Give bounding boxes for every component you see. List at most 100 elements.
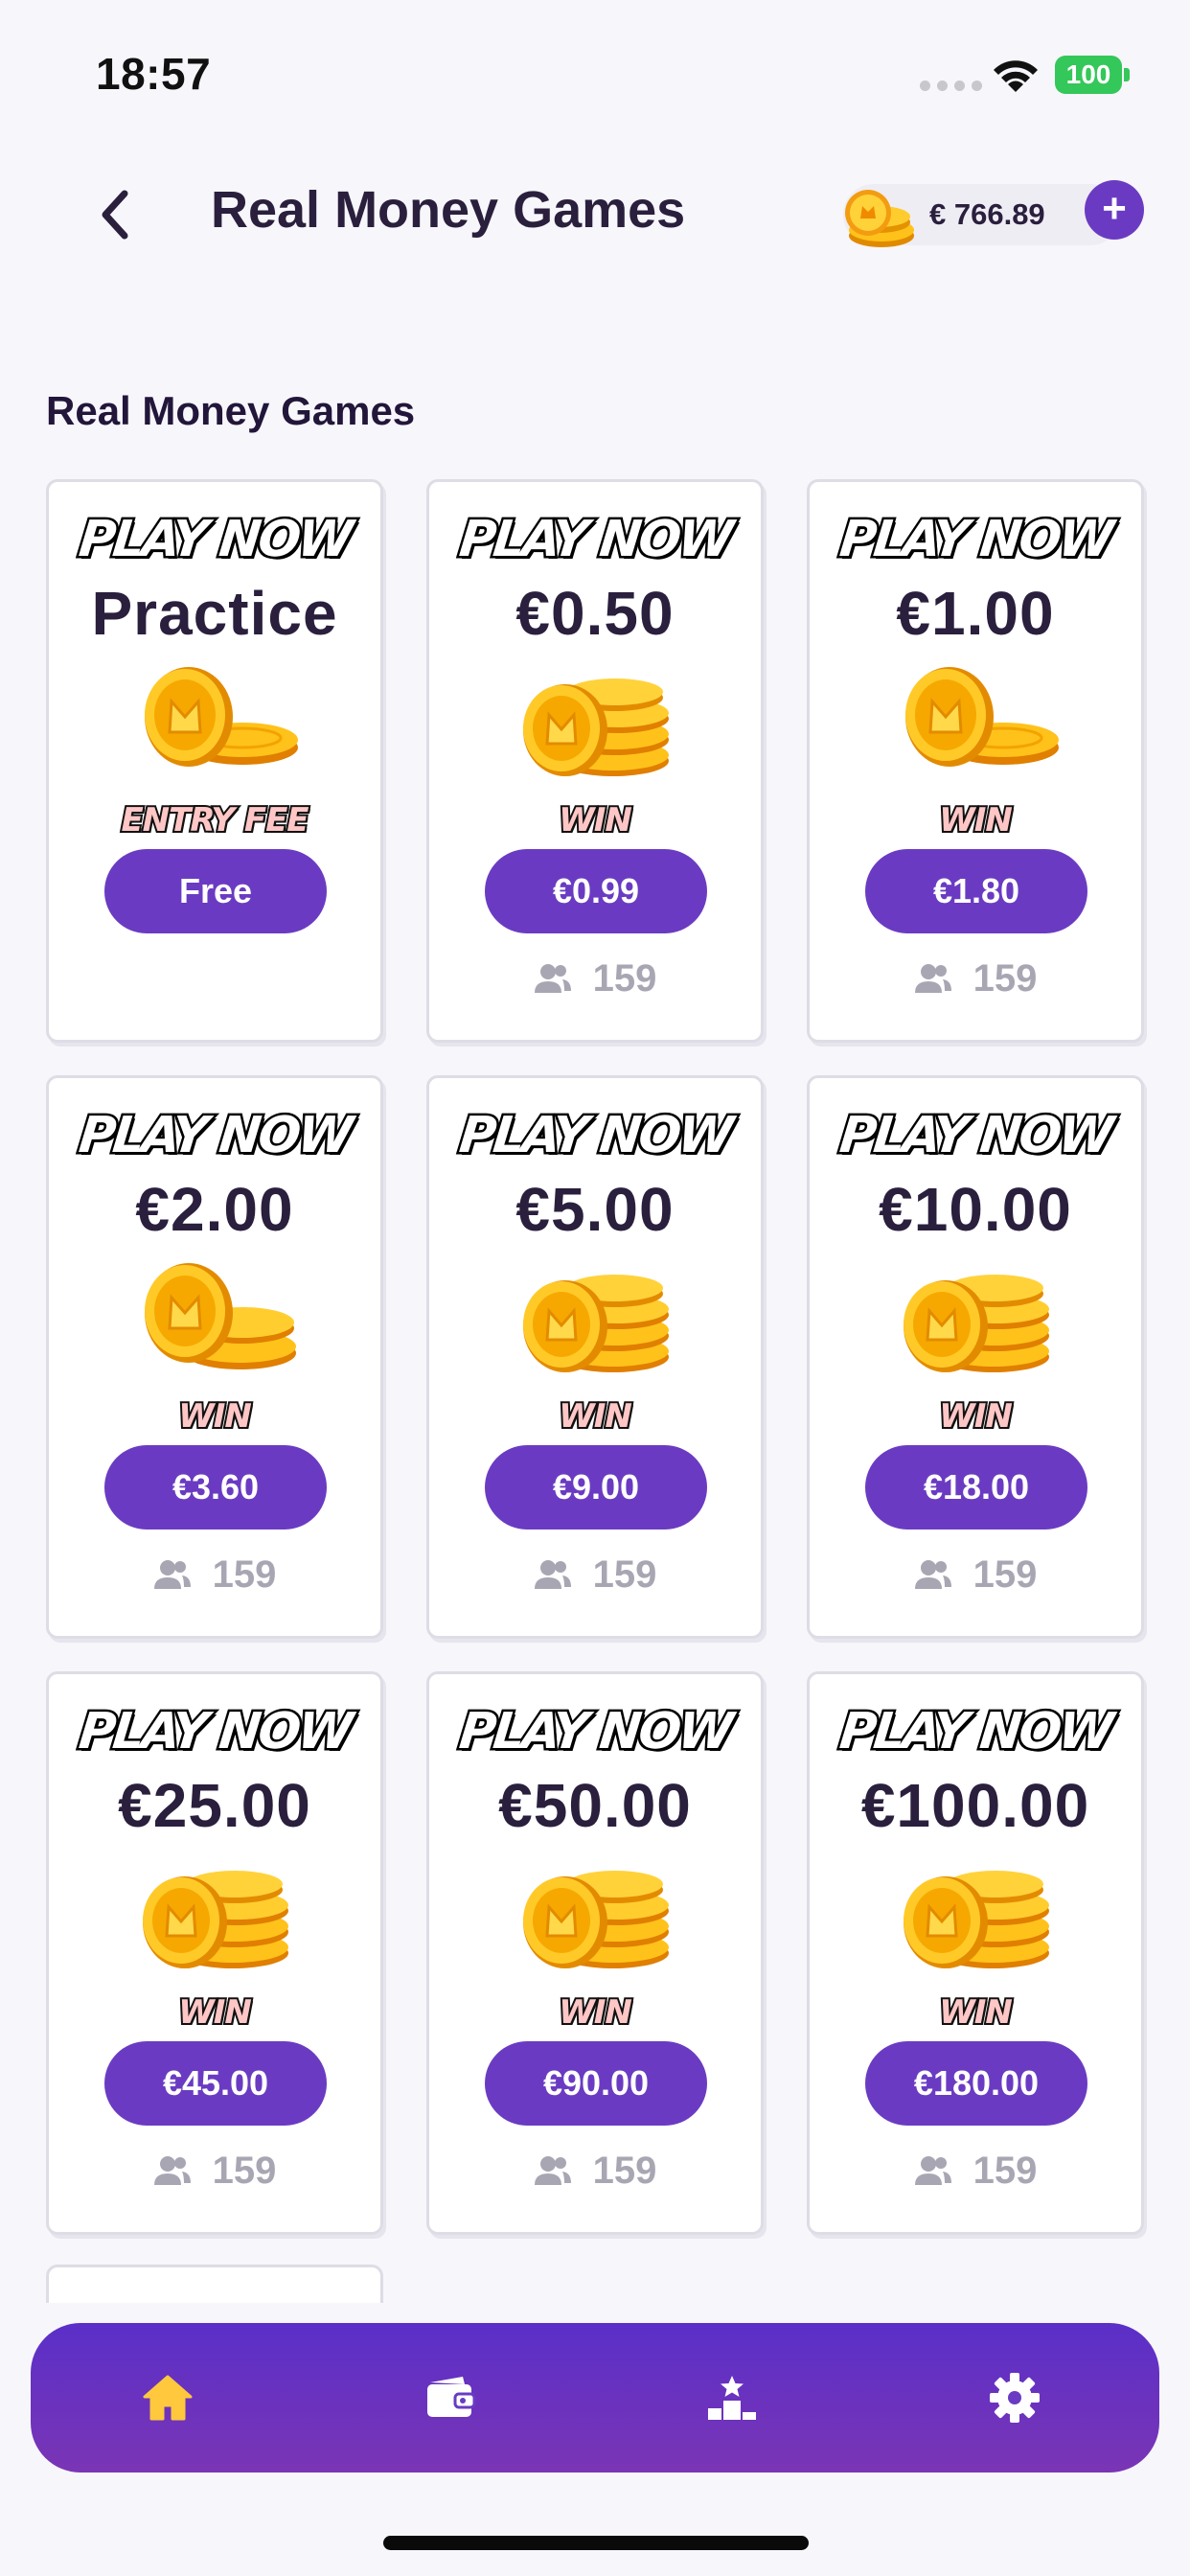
coin-stack-icon [523,1871,669,1968]
players-count: 159 [592,956,657,1000]
play-now-badge: PLAY NOW [835,1105,1116,1167]
balance-amount: € 766.89 [929,197,1045,231]
coin-stack-icon [905,667,1059,767]
players-count: 159 [973,956,1038,1000]
chevron-left-icon [102,190,128,240]
bottom-nav [31,2323,1159,2472]
game-card-500[interactable]: PLAY NOW €5.00 WIN €9.00 159 [426,1075,764,1639]
play-now-badge: PLAY NOW [454,509,736,571]
battery-level: 100 [1055,56,1122,94]
add-funds-button[interactable]: + [1085,180,1144,240]
users-icon [914,1560,951,1589]
users-icon [153,2156,191,2185]
prize-button[interactable]: Free [104,849,327,933]
prize-tag: WIN [176,1991,254,2034]
players-count: 159 [973,1552,1038,1596]
players-count: 159 [212,2149,277,2192]
users-icon [914,2156,951,2185]
game-card-practice[interactable]: PLAY NOW Practice ENTRY FEE Free [46,479,383,1043]
prize-button[interactable]: €45.00 [104,2041,327,2126]
page-title: Real Money Games [211,181,686,239]
coin-stack-icon [145,1263,296,1369]
prize-tag: WIN [557,1395,634,1438]
wallet-icon [427,2377,476,2417]
prize-button[interactable]: €9.00 [485,1445,707,1530]
prize-button[interactable]: €90.00 [485,2041,707,2126]
player-count: 159 [810,2142,1141,2199]
nav-leaderboard[interactable] [698,2364,766,2431]
stake-amount: €50.00 [498,1771,692,1840]
balance-pill[interactable]: € 766.89 [843,184,1121,247]
prize-button[interactable]: €18.00 [865,1445,1087,1530]
nav-settings[interactable] [981,2364,1048,2431]
home-icon [143,2375,193,2421]
play-now-badge: PLAY NOW [835,1701,1116,1763]
users-icon [153,1560,191,1589]
prize-button[interactable]: €1.80 [865,849,1087,933]
header: Real Money Games € 766.89 [0,163,1190,259]
prize-tag: WIN [557,1991,634,2034]
player-count: 159 [49,1546,380,1603]
coin-stack-icon [523,1275,669,1372]
coin-stack-icon [143,1871,288,1968]
game-card-10000[interactable]: PLAY NOW €100.00 WIN €180.00 159 [807,1671,1144,2235]
cellular-signal-icon [920,80,982,91]
settings-icon [990,2373,1040,2423]
player-count: 159 [429,950,761,1007]
player-count: 159 [49,2142,380,2199]
battery-icon: 100 [1055,56,1130,94]
stake-amount: Practice [91,579,338,648]
users-icon [534,964,571,993]
status-bar: 18:57 100 [0,0,1190,144]
players-count: 159 [212,1552,277,1596]
game-card-2500[interactable]: PLAY NOW €25.00 WIN €45.00 159 [46,1671,383,2235]
players-count: 159 [592,2149,657,2192]
section-title: Real Money Games [46,388,416,433]
prize-tag: WIN [176,1395,254,1438]
users-icon [534,2156,571,2185]
users-icon [914,964,951,993]
play-now-badge: PLAY NOW [74,1105,355,1167]
stake-amount: €2.00 [135,1175,294,1244]
play-now-badge: PLAY NOW [454,1701,736,1763]
prize-tag: WIN [937,1991,1015,2034]
play-now-badge: PLAY NOW [835,509,1116,571]
coin-stack-icon [904,1871,1049,1968]
game-card-100[interactable]: PLAY NOW €1.00 WIN €1.80 159 [807,479,1144,1043]
players-count: 159 [973,2149,1038,2192]
player-count: 159 [429,1546,761,1603]
prize-tag: WIN [937,1395,1015,1438]
game-card-partial[interactable] [46,2265,383,2303]
game-card-5000[interactable]: PLAY NOW €50.00 WIN €90.00 159 [426,1671,764,2235]
players-count: 159 [592,1552,657,1596]
game-card-1000[interactable]: PLAY NOW €10.00 WIN €18.00 159 [807,1075,1144,1639]
coin-stack-icon [845,190,914,247]
nav-wallet[interactable] [417,2364,484,2431]
game-card-050[interactable]: PLAY NOW €0.50 WIN €0.99 159 [426,479,764,1043]
player-count: 159 [429,2142,761,2199]
play-now-badge: PLAY NOW [74,509,355,571]
leaderboard-icon [708,2376,756,2420]
player-count: 159 [810,950,1141,1007]
app-root: 18:57 100 Real Money Games € 766.89 + Re… [0,0,1190,2576]
coin-stack-icon [145,667,298,767]
home-indicator[interactable] [383,2536,809,2550]
wifi-icon [994,60,1038,92]
status-time: 18:57 [96,49,212,99]
play-now-badge: PLAY NOW [454,1105,736,1167]
stake-amount: €10.00 [879,1175,1072,1244]
player-count: 159 [810,1546,1141,1603]
stake-amount: €5.00 [515,1175,675,1244]
nav-home[interactable] [134,2364,201,2431]
game-card-200[interactable]: PLAY NOW €2.00 WIN €3.60 159 [46,1075,383,1639]
stake-amount: €25.00 [118,1771,311,1840]
prize-button[interactable]: €0.99 [485,849,707,933]
stake-amount: €0.50 [515,579,675,648]
back-button[interactable] [77,176,153,253]
prize-button[interactable]: €3.60 [104,1445,327,1530]
users-icon [534,1560,571,1589]
coin-stack-icon [904,1275,1049,1372]
prize-button[interactable]: €180.00 [865,2041,1087,2126]
prize-tag: ENTRY FEE [119,799,310,841]
prize-tag: WIN [937,799,1015,841]
